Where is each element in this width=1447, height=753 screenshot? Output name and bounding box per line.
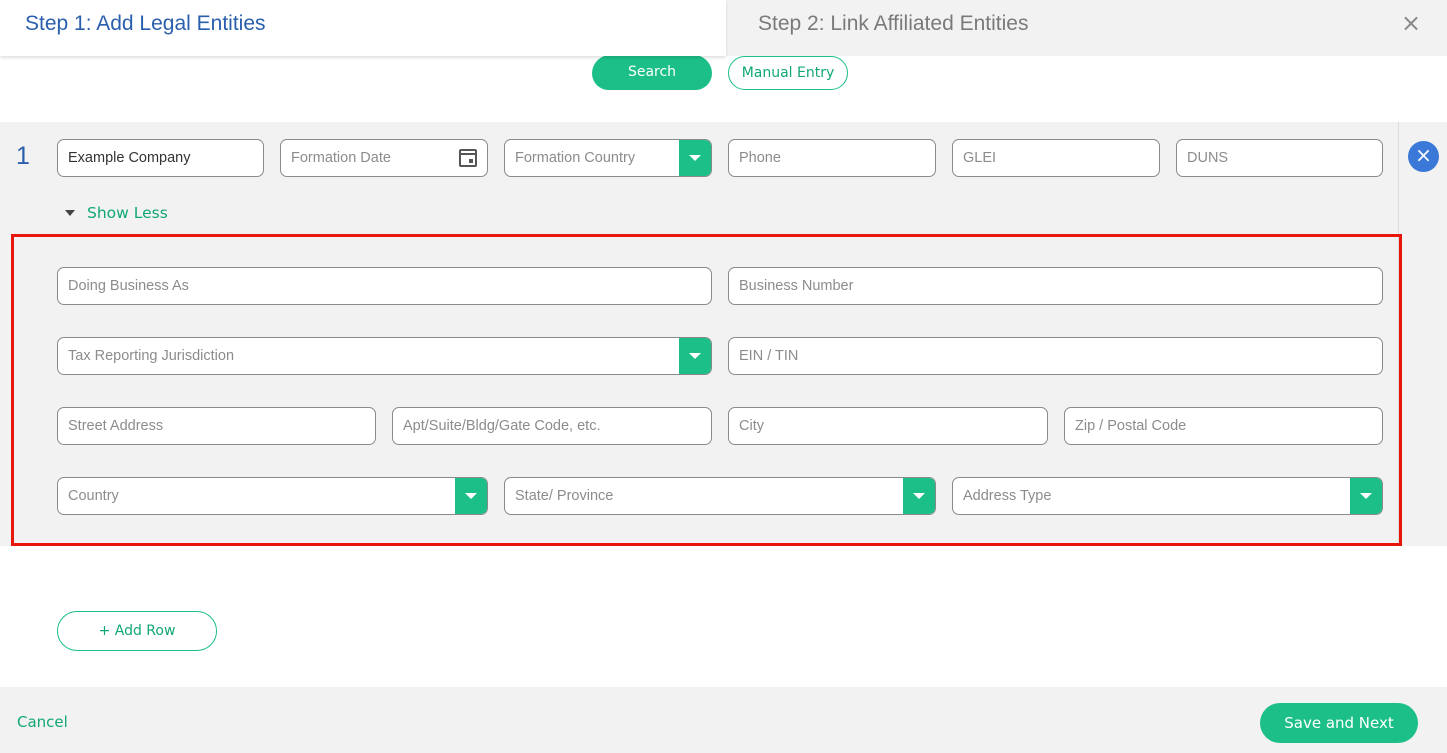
- close-icon[interactable]: ×: [1398, 10, 1424, 36]
- company-name-value: Example Company: [68, 150, 191, 166]
- entity-row-actions-column: [1398, 122, 1447, 546]
- show-less-label: Show Less: [87, 204, 168, 222]
- manual-entry-button[interactable]: Manual Entry: [728, 56, 848, 90]
- row-number: 1: [16, 142, 30, 170]
- formation-date-input[interactable]: Formation Date: [280, 139, 488, 177]
- duns-input[interactable]: DUNS: [1176, 139, 1383, 177]
- footer-bar: [0, 687, 1447, 753]
- glei-input[interactable]: GLEI: [952, 139, 1160, 177]
- company-name-input[interactable]: Example Company: [57, 139, 264, 177]
- tab-link-affiliated-entities[interactable]: Step 2: Link Affiliated Entities: [726, 0, 1447, 56]
- duns-placeholder: DUNS: [1187, 150, 1229, 166]
- phone-input[interactable]: Phone: [728, 139, 936, 177]
- tab-add-legal-entities[interactable]: Step 1: Add Legal Entities: [0, 0, 726, 56]
- add-row-button[interactable]: + Add Row: [57, 611, 217, 651]
- calendar-icon[interactable]: [459, 149, 477, 167]
- remove-row-icon[interactable]: ×: [1408, 141, 1439, 172]
- formation-country-select[interactable]: Formation Country: [504, 139, 712, 177]
- phone-placeholder: Phone: [739, 150, 781, 166]
- tab-add-legal-entities-label: Step 1: Add Legal Entities: [25, 12, 266, 35]
- caret-down-icon: [65, 210, 75, 216]
- formation-country-placeholder: Formation Country: [515, 150, 636, 166]
- glei-placeholder: GLEI: [963, 150, 997, 166]
- cancel-button[interactable]: Cancel: [17, 713, 68, 731]
- tab-link-affiliated-entities-label: Step 2: Link Affiliated Entities: [758, 12, 1029, 35]
- details-highlight-box: [11, 234, 1402, 546]
- search-button[interactable]: Search: [592, 55, 712, 90]
- chevron-down-icon[interactable]: [679, 140, 711, 176]
- formation-date-placeholder: Formation Date: [291, 150, 391, 166]
- save-and-next-button[interactable]: Save and Next: [1260, 703, 1418, 743]
